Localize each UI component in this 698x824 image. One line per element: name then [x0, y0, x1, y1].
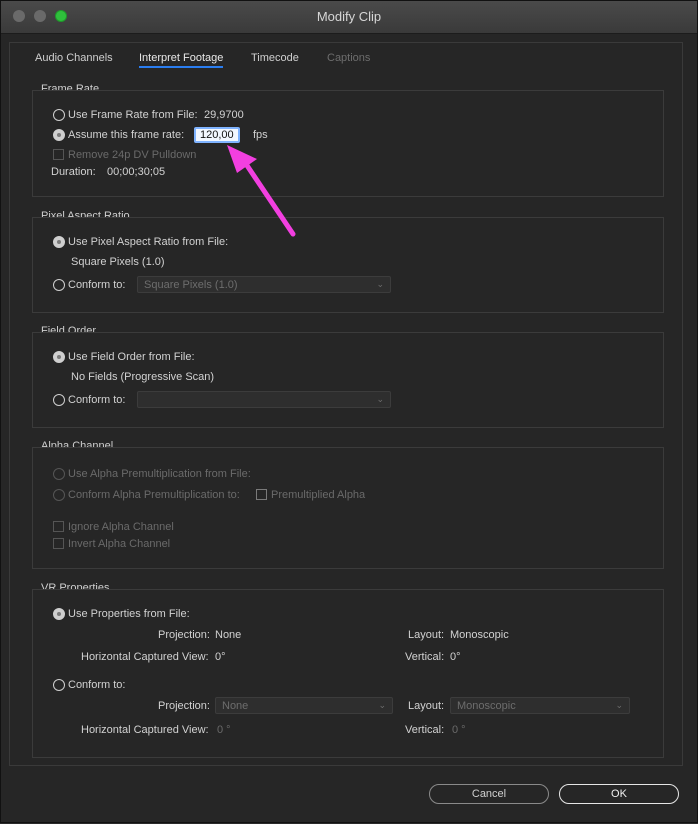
vr-hcv-value: 0°: [215, 651, 226, 663]
assume-frame-rate-radio[interactable]: [53, 129, 65, 141]
field-order-file-value: No Fields (Progressive Scan): [71, 371, 215, 383]
use-par-from-file-radio[interactable]: [53, 236, 65, 248]
use-alpha-premult-radio: [53, 468, 65, 480]
frame-rate-input[interactable]: [194, 127, 240, 143]
conform-field-order-label: Conform to:: [68, 394, 126, 406]
frame-rate-section: [32, 90, 664, 197]
conform-layout-select: Monoscopic ⌄: [450, 697, 630, 714]
use-vr-from-file-label: Use Properties from File:: [68, 608, 190, 620]
tab-interpret-footage[interactable]: Interpret Footage: [139, 52, 224, 68]
conform-vr-radio[interactable]: [53, 679, 65, 691]
use-vr-from-file-radio[interactable]: [53, 608, 65, 620]
par-file-value: Square Pixels (1.0): [71, 256, 165, 268]
vr-vertical-label: Vertical:: [405, 651, 445, 663]
ok-button[interactable]: OK: [559, 784, 679, 804]
conform-hcv-label: Horizontal Captured View:: [81, 724, 209, 736]
invert-alpha-label: Invert Alpha Channel: [68, 538, 171, 550]
conform-projection-label: Projection:: [158, 700, 210, 712]
conform-projection-select: None ⌄: [215, 697, 393, 714]
premultiplied-alpha-label: Premultiplied Alpha: [271, 489, 366, 501]
file-frame-rate-value: 29,9700: [204, 109, 244, 121]
tab-audio-channels[interactable]: Audio Channels: [35, 52, 113, 64]
conform-layout-value: Monoscopic: [457, 700, 516, 712]
use-par-from-file-label: Use Pixel Aspect Ratio from File:: [68, 236, 229, 248]
fps-label: fps: [253, 129, 268, 141]
chevron-down-icon: ⌄: [376, 394, 384, 404]
vr-projection-value: None: [215, 629, 242, 641]
conform-par-radio[interactable]: [53, 279, 65, 291]
vr-layout-label: Layout:: [408, 629, 445, 641]
chevron-down-icon: ⌄: [378, 700, 386, 710]
remove-pulldown-label: Remove 24p DV Pulldown: [68, 149, 197, 161]
remove-pulldown-checkbox: [53, 149, 64, 160]
assume-frame-rate-label: Assume this frame rate:: [68, 129, 185, 141]
chevron-down-icon: ⌄: [376, 279, 384, 289]
chevron-down-icon: ⌄: [615, 700, 623, 710]
use-frame-rate-from-file-radio[interactable]: [53, 109, 65, 121]
conform-field-order-radio[interactable]: [53, 394, 65, 406]
vr-layout-value: Monoscopic: [450, 629, 509, 641]
modify-clip-dialog: Modify Clip Audio Channels Interpret Foo…: [0, 0, 698, 823]
conform-par-select-value: Square Pixels (1.0): [144, 279, 238, 291]
conform-alpha-premult-label: Conform Alpha Premultiplication to:: [68, 489, 240, 501]
invert-alpha-checkbox: [53, 538, 64, 549]
duration-label: Duration:: [51, 166, 96, 178]
tab-timecode[interactable]: Timecode: [251, 52, 299, 64]
duration-value: 00;00;30;05: [107, 166, 166, 178]
title-bar: Modify Clip: [1, 1, 697, 34]
use-frame-rate-from-file-label: Use Frame Rate from File:: [68, 109, 198, 121]
vr-projection-label: Projection:: [158, 629, 210, 641]
conform-hcv-value: 0 °: [217, 724, 231, 736]
premultiplied-alpha-checkbox: [256, 489, 267, 500]
conform-par-label: Conform to:: [68, 279, 126, 291]
use-alpha-premult-label: Use Alpha Premultiplication from File:: [68, 468, 251, 480]
conform-vertical-value: 0 °: [452, 724, 466, 736]
use-field-order-from-file-label: Use Field Order from File:: [68, 351, 195, 363]
ignore-alpha-label: Ignore Alpha Channel: [68, 521, 174, 533]
alpha-channel-section: [32, 447, 664, 569]
ignore-alpha-checkbox: [53, 521, 64, 532]
conform-vr-label: Conform to:: [68, 679, 126, 691]
vr-hcv-label: Horizontal Captured View:: [81, 651, 209, 663]
cancel-button[interactable]: Cancel: [429, 784, 549, 804]
vr-vertical-value: 0°: [450, 651, 461, 663]
conform-layout-label: Layout:: [408, 700, 445, 712]
use-field-order-from-file-radio[interactable]: [53, 351, 65, 363]
window-title: Modify Clip: [316, 9, 382, 24]
conform-alpha-premult-radio: [53, 489, 65, 501]
conform-field-order-select: ⌄: [137, 391, 391, 408]
tab-captions: Captions: [327, 52, 371, 64]
conform-projection-value: None: [222, 700, 249, 712]
conform-vertical-label: Vertical:: [405, 724, 445, 736]
conform-par-select: Square Pixels (1.0) ⌄: [137, 276, 391, 293]
